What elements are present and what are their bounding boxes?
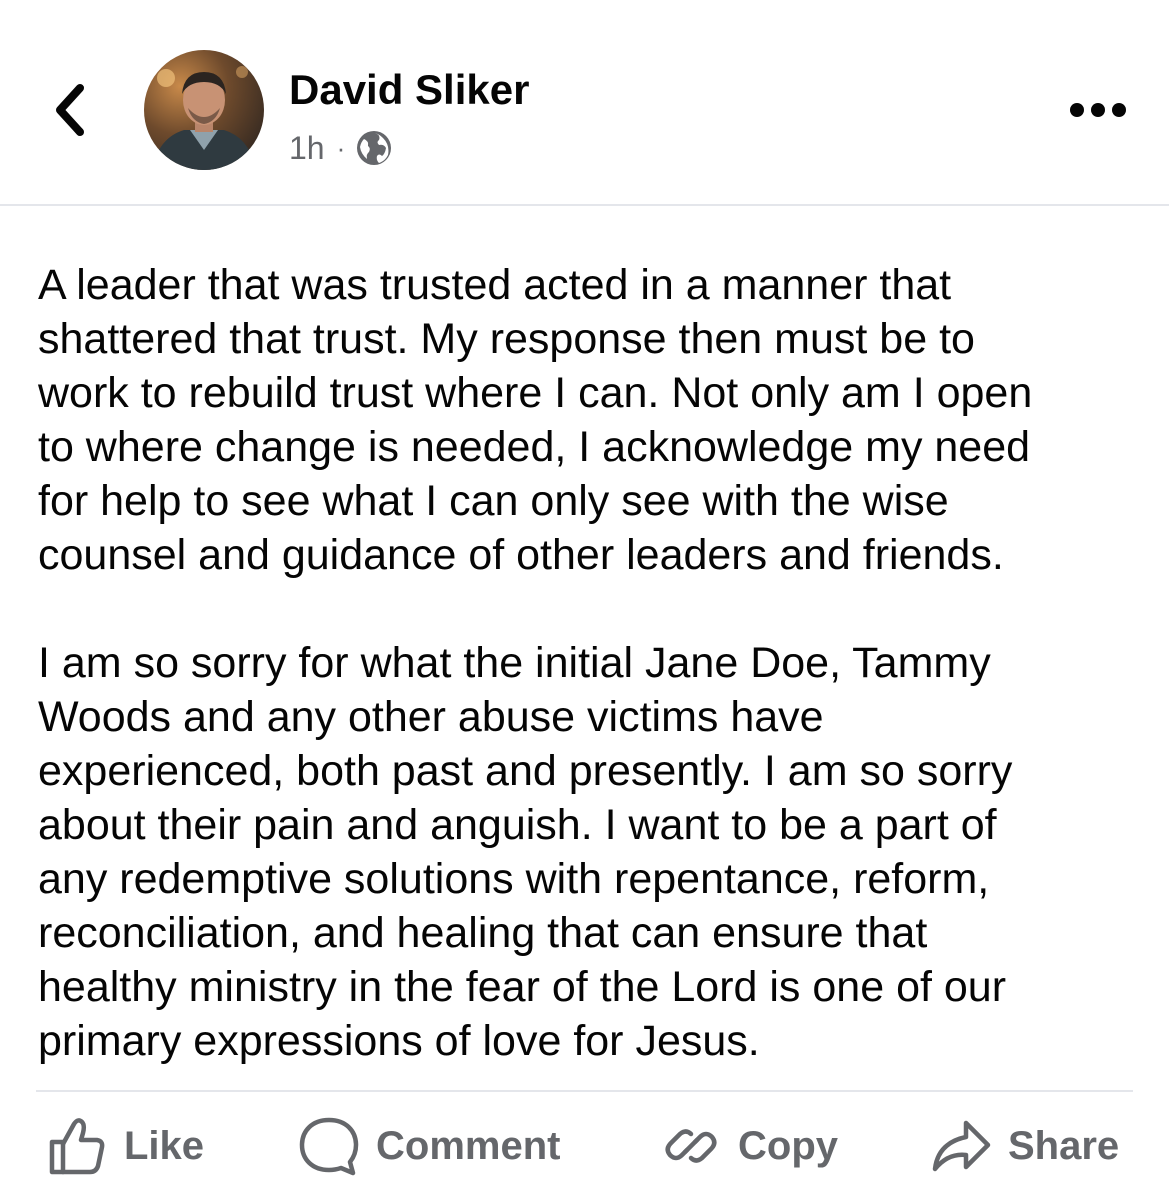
- comment-label: Comment: [376, 1123, 561, 1168]
- more-options-button[interactable]: [1064, 92, 1132, 128]
- share-arrow-icon: [932, 1120, 991, 1172]
- globe-icon[interactable]: [355, 129, 393, 167]
- post-paragraph: I am so sorry for what the initial Jane …: [38, 639, 1013, 1065]
- copy-link-button[interactable]: Copy: [660, 1114, 838, 1178]
- like-button[interactable]: Like: [46, 1114, 204, 1178]
- author-name[interactable]: David Sliker: [289, 66, 529, 114]
- share-label: Share: [1008, 1123, 1120, 1168]
- comment-bubble-icon: [299, 1117, 359, 1176]
- meta-separator: ·: [336, 132, 346, 163]
- post-timestamp[interactable]: 1h: [289, 130, 325, 167]
- more-horizontal-icon: [1070, 103, 1126, 117]
- post-meta: 1h ·: [289, 126, 393, 170]
- copy-label: Copy: [738, 1123, 838, 1168]
- post-text: A leader that was trusted acted in a man…: [38, 258, 1138, 1068]
- back-button[interactable]: [48, 82, 92, 138]
- avatar[interactable]: [144, 50, 264, 170]
- post-paragraph: A leader that was trusted acted in a man…: [38, 261, 1033, 579]
- chevron-left-icon: [56, 84, 84, 136]
- thumbs-up-icon: [49, 1118, 105, 1175]
- share-button[interactable]: Share: [930, 1114, 1119, 1178]
- comment-button[interactable]: Comment: [298, 1114, 560, 1178]
- link-icon: [665, 1129, 717, 1163]
- post-actions-bar: Like Comment Copy Share: [0, 1092, 1169, 1200]
- like-label: Like: [124, 1123, 205, 1168]
- post-header: David Sliker 1h ·: [0, 0, 1169, 206]
